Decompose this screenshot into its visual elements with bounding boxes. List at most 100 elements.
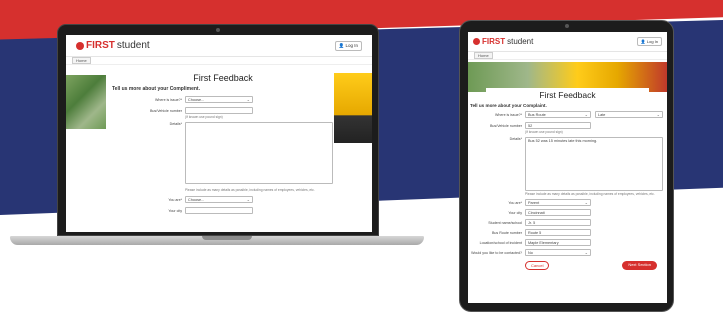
details-row: Details* Bus 52 was 15 minutes late this…	[470, 137, 665, 191]
you-are-select[interactable]: Parent ⌄	[525, 199, 591, 206]
bus-label: Bus/Vehicle number	[150, 108, 182, 113]
logo-student-text: student	[116, 40, 150, 51]
school-value: Jr. 5	[528, 220, 536, 225]
form-subtitle: Tell us more about your Complaint.	[470, 103, 547, 108]
brand-logo[interactable]: FIRST student	[76, 40, 150, 51]
bus-hint: (If known use pound sign)	[185, 115, 223, 119]
nav-bar: Home	[468, 52, 667, 60]
you-are-select[interactable]: Choose... ⌄	[185, 196, 253, 203]
you-are-value: Parent	[528, 200, 540, 205]
cancel-button[interactable]: Cancel	[525, 261, 550, 270]
login-label: Log In	[345, 42, 358, 48]
marketing-stage: FIRST student 👤 Log In Home First Feedbac…	[0, 0, 723, 316]
login-button[interactable]: 👤 Log In	[636, 37, 662, 46]
location-row: Location/school of incident Maple Elemen…	[470, 239, 665, 246]
form-actions: Cancel Next Section	[470, 261, 665, 270]
reason-select[interactable]: Late ⌄	[595, 111, 663, 118]
city-label: Your city	[508, 210, 522, 215]
bus-row: Bus/Vehicle number	[112, 107, 334, 114]
contacted-value: No	[528, 250, 533, 255]
where-label: Where is issue?*	[495, 112, 522, 117]
chevron-down-icon: ⌄	[246, 197, 250, 202]
site-header: FIRST student 👤 Log In	[468, 32, 667, 52]
route-row: Bus Route number Route 5	[470, 229, 665, 236]
you-are-label: You are*	[168, 197, 182, 202]
nav-home[interactable]: Home	[72, 57, 91, 64]
where-value: Bus Route	[528, 112, 546, 117]
bus-row: Bus/Vehicle number 52	[470, 122, 665, 129]
form-title: First Feedback	[486, 88, 649, 100]
where-row: Where is issue?* Choose... ⌄	[112, 96, 334, 103]
you-are-value: Choose...	[188, 197, 205, 202]
details-value: Bus 52 was 15 minutes late this morning.	[528, 139, 598, 143]
bus-hint: (If known use pound sign)	[525, 130, 563, 134]
bus-input[interactable]	[185, 107, 253, 114]
reason-value: Late	[598, 112, 606, 117]
laptop: FIRST student 👤 Log In Home First Feedbac…	[57, 24, 379, 236]
chevron-down-icon: ⌄	[656, 112, 660, 117]
where-select[interactable]: Choose... ⌄	[185, 96, 253, 103]
route-value: Route 5	[528, 230, 542, 235]
form-title: First Feedback	[193, 73, 253, 83]
school-bus-photo	[334, 73, 372, 143]
login-label: Log In	[646, 39, 658, 44]
chevron-down-icon: ⌄	[584, 250, 588, 255]
route-label: Bus Route number	[492, 230, 522, 235]
feedback-form: First Feedback Tell us more about your C…	[112, 69, 334, 218]
location-value: Maple Elementary	[528, 240, 559, 245]
details-hint: Please include as many details as possib…	[525, 192, 655, 196]
logo-first-text: FIRST	[86, 40, 115, 51]
bus-input[interactable]: 52	[525, 122, 591, 129]
details-hint: Please include as many details as possib…	[185, 188, 315, 192]
location-label: Location/school of incident	[479, 240, 522, 245]
feedback-form: First Feedback Tell us more about your C…	[470, 88, 665, 270]
chevron-down-icon: ⌄	[584, 112, 588, 117]
details-textarea[interactable]: Bus 52 was 15 minutes late this morning.	[525, 137, 663, 191]
you-are-label: You are*	[508, 200, 522, 205]
laptop-notch	[202, 236, 252, 240]
where-select[interactable]: Bus Route ⌄	[525, 111, 591, 118]
camera-icon	[565, 24, 569, 28]
school-input[interactable]: Jr. 5	[525, 219, 591, 226]
first-logo-icon	[76, 41, 84, 50]
city-row: Your city	[112, 207, 334, 214]
details-label: Details*	[169, 122, 182, 126]
form-subtitle: Tell us more about your Compliment.	[112, 86, 200, 92]
location-input[interactable]: Maple Elementary	[525, 239, 591, 246]
laptop-screen: FIRST student 👤 Log In Home First Feedbac…	[66, 35, 372, 232]
details-label: Details*	[509, 137, 522, 141]
school-label: Student name/school	[488, 220, 522, 225]
next-section-button[interactable]: Next Section	[622, 261, 657, 270]
route-input[interactable]: Route 5	[525, 229, 591, 236]
bus-label: Bus/Vehicle number	[490, 123, 522, 128]
city-row: Your city Cincinnati	[470, 209, 665, 216]
details-textarea[interactable]	[185, 122, 333, 184]
school-row: Student name/school Jr. 5	[470, 219, 665, 226]
contacted-row: Would you like to be contacted? No ⌄	[470, 249, 665, 256]
where-value: Choose...	[188, 97, 205, 102]
you-are-row: You are* Choose... ⌄	[112, 196, 334, 203]
tablet: FIRST student 👤 Log In Home First Feedbac…	[459, 20, 674, 312]
nav-bar: Home	[66, 57, 372, 65]
city-value: Cincinnati	[528, 210, 545, 215]
logo-first-text: FIRST	[482, 37, 506, 46]
chevron-down-icon: ⌄	[584, 200, 588, 205]
camera-icon	[216, 28, 220, 32]
site-header: FIRST student 👤 Log In	[66, 35, 372, 57]
first-logo-icon	[473, 38, 480, 45]
where-row: Where is issue?* Bus Route ⌄ Late ⌄	[470, 111, 665, 118]
details-row: Details*	[112, 122, 334, 184]
school-photo-left	[66, 75, 106, 129]
brand-logo[interactable]: FIRST student	[473, 37, 533, 46]
you-are-row: You are* Parent ⌄	[470, 199, 665, 206]
contacted-select[interactable]: No ⌄	[525, 249, 591, 256]
city-label: Your city	[168, 208, 182, 213]
login-button[interactable]: 👤 Log In	[334, 40, 362, 51]
bus-value: 52	[528, 123, 533, 128]
logo-student-text: student	[507, 37, 534, 46]
city-input[interactable]	[185, 207, 253, 214]
contacted-label: Would you like to be contacted?	[471, 250, 522, 255]
where-label: Where is issue?*	[155, 97, 182, 102]
city-input[interactable]: Cincinnati	[525, 209, 591, 216]
nav-home[interactable]: Home	[474, 52, 493, 59]
